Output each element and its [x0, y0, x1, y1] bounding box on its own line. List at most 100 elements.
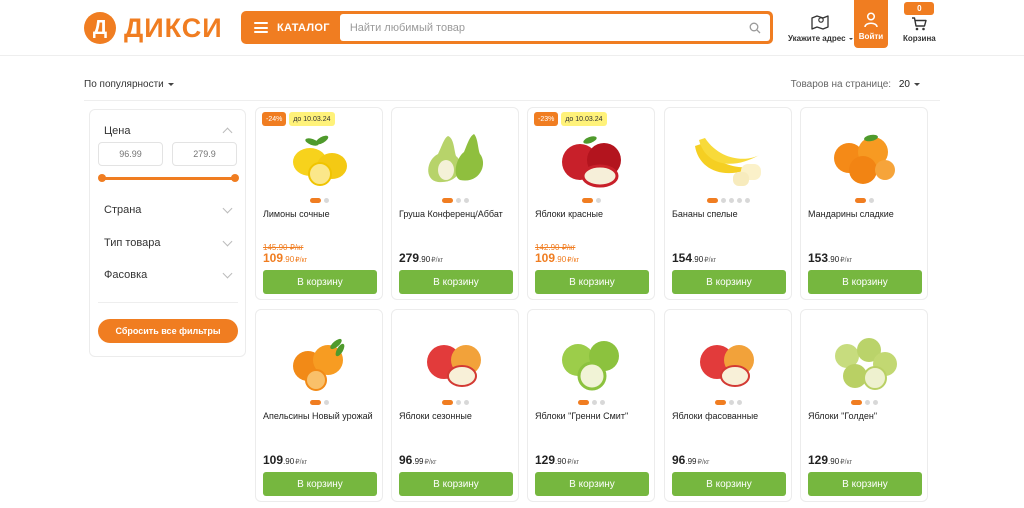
add-to-cart-button[interactable]: В корзину [399, 270, 513, 294]
product-card[interactable]: Груша Конференц/Аббат 279.90₽/кг В корзину [391, 107, 519, 300]
product-name[interactable]: Бананы спелые [672, 209, 790, 220]
product-name[interactable]: Груша Конференц/Аббат [399, 209, 517, 220]
reset-filters-button[interactable]: Сбросить все фильтры [98, 319, 238, 343]
add-to-cart-button[interactable]: В корзину [672, 472, 786, 496]
search-icon[interactable] [749, 22, 761, 34]
carousel-dot[interactable] [455, 400, 461, 405]
add-to-cart-button[interactable]: В корзину [535, 270, 649, 294]
carousel-dot[interactable] [872, 400, 878, 405]
carousel-dot[interactable] [441, 400, 453, 405]
product-card[interactable]: Мандарины сладкие 153.90₽/кг В корзину [800, 107, 928, 300]
product-card[interactable]: -23% до 10.03.24 Яблоки красные 142.90 ₽/кг… [527, 107, 655, 300]
orange-icon[interactable] [280, 326, 360, 394]
add-to-cart-button[interactable]: В корзину [263, 472, 377, 496]
image-carousel-dots[interactable] [801, 400, 927, 405]
carousel-dot[interactable] [441, 198, 453, 203]
image-carousel-dots[interactable] [665, 198, 791, 203]
pear-icon[interactable] [416, 124, 496, 192]
product-name[interactable]: Яблоки красные [535, 209, 653, 220]
mandarin-icon[interactable] [825, 124, 905, 192]
carousel-dot[interactable] [706, 198, 718, 203]
packaging-filter[interactable]: Фасовка [104, 269, 147, 281]
carousel-dot[interactable] [868, 198, 874, 203]
sort-dropdown[interactable]: По популярности [84, 79, 174, 90]
carousel-dot[interactable] [736, 198, 742, 203]
add-to-cart-button[interactable]: В корзину [672, 270, 786, 294]
product-name[interactable]: Яблоки "Гренни Смит" [535, 411, 653, 422]
address-button[interactable]: Укажите адрес [788, 14, 853, 43]
add-to-cart-button[interactable]: В корзину [399, 472, 513, 496]
add-to-cart-button[interactable]: В корзину [535, 472, 649, 496]
product-card[interactable]: Яблоки "Голден" 129.90₽/кг В корзину [800, 309, 928, 502]
carousel-dot[interactable] [850, 400, 862, 405]
product-name[interactable]: Яблоки фасованные [672, 411, 790, 422]
search-input[interactable] [339, 14, 770, 41]
carousel-dot[interactable] [595, 198, 601, 203]
carousel-dot[interactable] [736, 400, 742, 405]
lemon-icon[interactable] [280, 124, 360, 192]
carousel-dot[interactable] [728, 400, 734, 405]
product-card[interactable]: Яблоки фасованные 96.99₽/кг В корзину [664, 309, 792, 502]
carousel-dot[interactable] [591, 400, 597, 405]
chevron-down-icon[interactable] [222, 268, 233, 279]
product-name[interactable]: Яблоки "Голден" [808, 411, 926, 422]
add-to-cart-button[interactable]: В корзину [808, 270, 922, 294]
image-carousel-dots[interactable] [256, 198, 382, 203]
price-min-input[interactable] [98, 142, 163, 166]
chevron-down-icon[interactable] [222, 203, 233, 214]
product-card[interactable]: Бананы спелые 154.90₽/кг В корзину [664, 107, 792, 300]
image-carousel-dots[interactable] [528, 400, 654, 405]
apple-icon[interactable] [689, 326, 769, 394]
carousel-dot[interactable] [728, 198, 734, 203]
catalog-button[interactable]: КАТАЛОГ [244, 14, 340, 41]
carousel-dot[interactable] [455, 198, 461, 203]
carousel-dot[interactable] [577, 400, 589, 405]
type-filter[interactable]: Тип товара [104, 237, 161, 249]
image-carousel-dots[interactable] [665, 400, 791, 405]
cart-button[interactable]: 0 Корзина [903, 2, 936, 43]
add-to-cart-button[interactable]: В корзину [263, 270, 377, 294]
price-slider-min-handle[interactable] [98, 174, 106, 182]
price-filter-title[interactable]: Цена [104, 125, 130, 137]
product-card[interactable]: Яблоки сезонные 96.99₽/кг В корзину [391, 309, 519, 502]
image-carousel-dots[interactable] [256, 400, 382, 405]
image-carousel-dots[interactable] [528, 198, 654, 203]
carousel-dot[interactable] [463, 400, 469, 405]
per-page-dropdown[interactable]: 20 [899, 79, 920, 90]
product-card[interactable]: Яблоки "Гренни Смит" 129.90₽/кг В корзину [527, 309, 655, 502]
logo[interactable]: Д ДИКСИ [84, 12, 223, 44]
carousel-dot[interactable] [323, 198, 329, 203]
carousel-dot[interactable] [463, 198, 469, 203]
chevron-up-icon[interactable] [222, 127, 233, 138]
carousel-dot[interactable] [599, 400, 605, 405]
add-to-cart-button[interactable]: В корзину [808, 472, 922, 496]
carousel-dot[interactable] [720, 198, 726, 203]
carousel-dot[interactable] [581, 198, 593, 203]
carousel-dot[interactable] [714, 400, 726, 405]
country-filter[interactable]: Страна [104, 204, 141, 216]
login-button[interactable]: Войти [854, 0, 888, 48]
carousel-dot[interactable] [309, 400, 321, 405]
image-carousel-dots[interactable] [392, 400, 518, 405]
apple-icon[interactable] [416, 326, 496, 394]
product-name[interactable]: Апельсины Новый урожай [263, 411, 381, 422]
chevron-down-icon[interactable] [222, 236, 233, 247]
price-max-input[interactable] [172, 142, 237, 166]
product-name[interactable]: Яблоки сезонные [399, 411, 517, 422]
carousel-dot[interactable] [854, 198, 866, 203]
banana-icon[interactable] [689, 124, 769, 192]
image-carousel-dots[interactable] [801, 198, 927, 203]
product-card[interactable]: -24% до 10.03.24 Лимоны сочные 145.90 ₽/кг 1… [255, 107, 383, 300]
carousel-dot[interactable] [323, 400, 329, 405]
product-name[interactable]: Мандарины сладкие [808, 209, 926, 220]
carousel-dot[interactable] [309, 198, 321, 203]
red-apple-icon[interactable] [552, 124, 632, 192]
image-carousel-dots[interactable] [392, 198, 518, 203]
price-slider-track[interactable] [101, 177, 235, 180]
golden-apple-icon[interactable] [825, 326, 905, 394]
green-apple-icon[interactable] [552, 326, 632, 394]
product-card[interactable]: Апельсины Новый урожай 109.90₽/кг В корзин… [255, 309, 383, 502]
carousel-dot[interactable] [864, 400, 870, 405]
price-slider-max-handle[interactable] [231, 174, 239, 182]
product-name[interactable]: Лимоны сочные [263, 209, 381, 220]
